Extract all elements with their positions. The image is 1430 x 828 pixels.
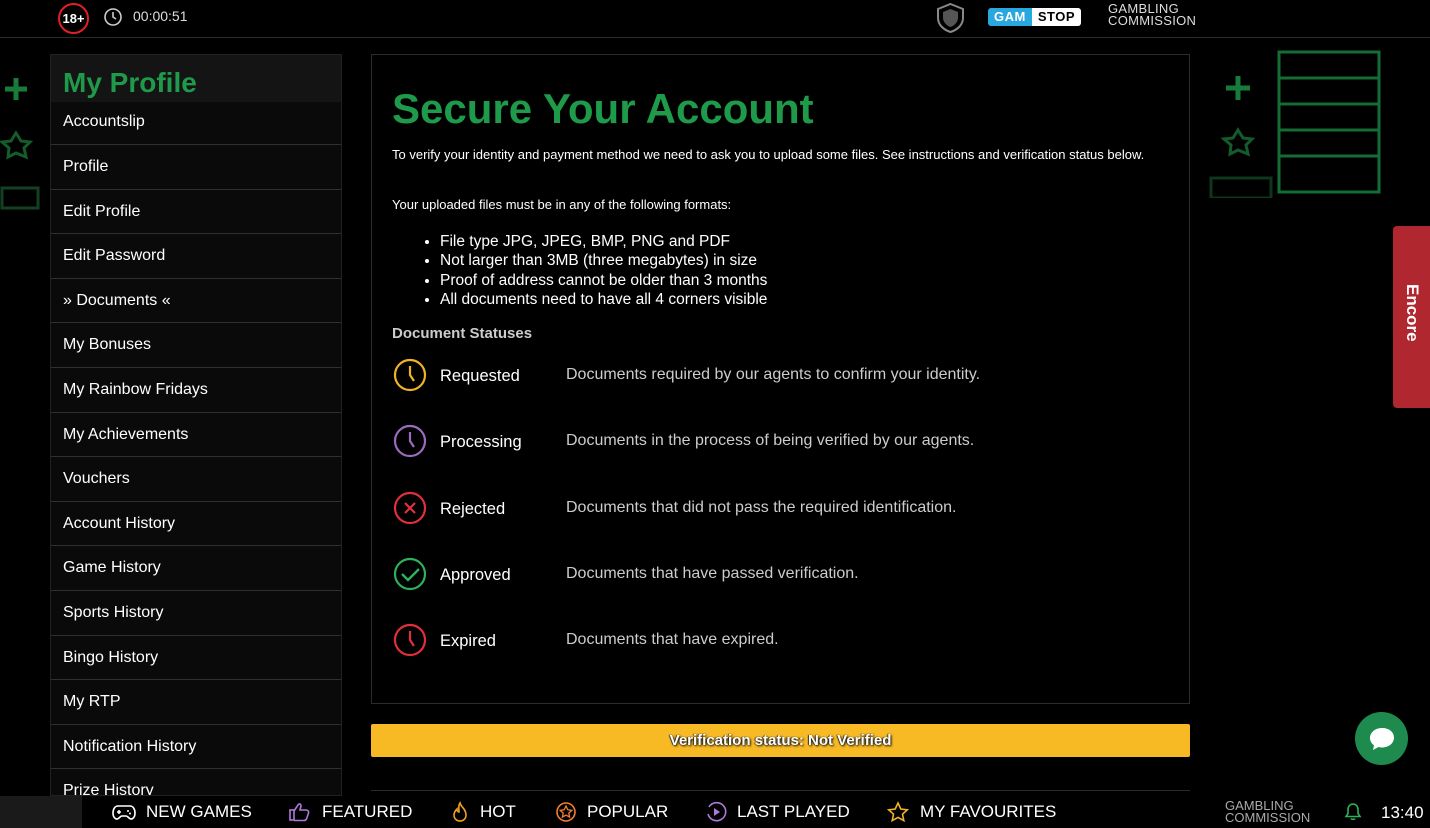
status-description: Documents in the process of being verifi… <box>566 432 975 449</box>
sidebar-item-edit-password[interactable]: Edit Password <box>51 234 341 279</box>
chat-button[interactable] <box>1355 712 1408 765</box>
format-requirements-list: File type JPG, JPEG, BMP, PNG and PDF No… <box>420 232 767 309</box>
list-item: Not larger than 3MB (three megabytes) in… <box>440 251 767 270</box>
status-name: Processing <box>440 433 522 451</box>
session-timer: 00:00:51 <box>133 8 188 24</box>
clock-icon <box>393 358 427 392</box>
formats-intro-text: Your uploaded files must be in any of th… <box>392 197 732 212</box>
age-label: 18+ <box>62 11 85 26</box>
background-decoration-left <box>0 78 40 210</box>
nav-new-games[interactable]: NEW GAMES <box>112 796 252 828</box>
list-item: All documents need to have all 4 corners… <box>440 290 767 309</box>
nav-label: POPULAR <box>587 802 669 821</box>
nav-last-played[interactable]: LAST PLAYED <box>705 796 850 828</box>
status-description: Documents that have passed verification. <box>566 565 859 582</box>
encore-label: Encore <box>1403 284 1422 342</box>
status-name: Expired <box>440 632 496 650</box>
sidebar-item-my-bonuses[interactable]: My Bonuses <box>51 323 341 368</box>
sidebar-item-sports-history[interactable]: Sports History <box>51 590 341 636</box>
sidebar-item-my-rtp[interactable]: My RTP <box>51 680 341 725</box>
gamstop-gam-text: GAM <box>988 8 1032 26</box>
sidebar-item-prize-history[interactable]: Prize History <box>51 769 341 795</box>
verification-status-bar: Verification status: Not Verified <box>371 724 1190 757</box>
clock-icon <box>393 424 427 458</box>
nav-label: FEATURED <box>322 802 413 821</box>
clock-icon <box>104 8 122 26</box>
list-item: File type JPG, JPEG, BMP, PNG and PDF <box>440 232 767 251</box>
gc-line2: COMMISSION <box>1108 13 1197 28</box>
nav-label: MY FAVOURITES <box>920 802 1057 821</box>
status-row-rejected: Rejected Documents that did not pass the… <box>392 490 1172 526</box>
nav-featured[interactable]: FEATURED <box>288 796 412 828</box>
bell-icon[interactable] <box>1343 802 1363 822</box>
sidebar-item-account-history[interactable]: Account History <box>51 501 341 547</box>
status-name: Requested <box>440 367 520 385</box>
nav-popular[interactable]: POPULAR <box>555 796 668 828</box>
page-title: Secure Your Account <box>392 85 814 132</box>
sidebar-item-notification-history[interactable]: Notification History <box>51 724 341 770</box>
status-description: Documents that did not pass the required… <box>566 499 957 516</box>
gamstop-stop-text: STOP <box>1031 8 1082 26</box>
status-name: Rejected <box>440 500 506 518</box>
sidebar-item-rainbow-fridays[interactable]: My Rainbow Fridays <box>51 367 341 413</box>
document-statuses-heading: Document Statuses <box>392 325 533 342</box>
profile-sidebar: My Profile Accountslip Profile Edit Prof… <box>50 54 342 796</box>
status-row-expired: Expired Documents that have expired. <box>392 622 1172 658</box>
nav-label: HOT <box>480 802 516 821</box>
chat-bubble-icon <box>1369 727 1394 750</box>
sidebar-item-game-history[interactable]: Game History <box>51 546 341 591</box>
bottom-nav-bar: NEW GAMES FEATURED HOT POPULAR LAST PLAY… <box>0 796 1430 828</box>
play-history-icon <box>707 801 727 822</box>
age-restriction-badge: 18+ <box>58 3 89 34</box>
encore-tab[interactable]: Encore <box>1393 226 1430 408</box>
shield-icon[interactable] <box>934 2 967 34</box>
sidebar-item-edit-profile[interactable]: Edit Profile <box>51 189 341 235</box>
status-row-processing: Processing Documents in the process of b… <box>392 423 1172 459</box>
flame-icon <box>453 801 467 822</box>
clock-icon <box>393 623 427 657</box>
status-row-requested: Requested Documents required by our agen… <box>392 357 1172 393</box>
list-item: Proof of address cannot be older than 3 … <box>440 271 767 290</box>
sidebar-item-accountslip[interactable]: Accountslip <box>51 102 341 145</box>
intro-text: To verify your identity and payment meth… <box>392 147 1145 162</box>
sidebar-item-vouchers[interactable]: Vouchers <box>51 457 341 502</box>
status-description: Documents required by our agents to conf… <box>566 366 981 383</box>
gambling-commission-logo[interactable]: GAMBLING COMMISSION <box>1108 2 1197 28</box>
x-icon <box>393 491 427 525</box>
status-description: Documents that have expired. <box>566 631 779 648</box>
gamepad-icon <box>112 805 136 820</box>
nav-hot[interactable]: HOT <box>450 796 516 828</box>
top-bar: 18+ 00:00:51 GAM STOP GAMBLING COMMISSIO… <box>0 0 1430 38</box>
star-badge-icon <box>556 802 576 822</box>
gamstop-logo[interactable]: GAM STOP <box>988 8 1082 26</box>
nav-label: LAST PLAYED <box>737 802 850 821</box>
clock-time: 13:40 <box>1381 803 1424 822</box>
divider <box>371 790 1190 791</box>
sidebar-item-profile[interactable]: Profile <box>51 145 341 190</box>
thumbs-up-icon <box>289 803 310 822</box>
background-decoration-right <box>1209 50 1381 198</box>
check-icon <box>393 557 427 591</box>
gc-line2: COMMISSION <box>1225 810 1311 825</box>
bottom-left-block <box>0 796 82 828</box>
status-name: Approved <box>440 566 511 584</box>
nav-my-favourites[interactable]: MY FAVOURITES <box>886 796 1056 828</box>
nav-label: NEW GAMES <box>146 802 252 821</box>
sidebar-item-bingo-history[interactable]: Bingo History <box>51 635 341 681</box>
status-row-approved: Approved Documents that have passed veri… <box>392 556 1172 592</box>
secure-account-panel: Secure Your Account To verify your ident… <box>371 54 1190 704</box>
sidebar-item-achievements[interactable]: My Achievements <box>51 412 341 458</box>
sidebar-title: My Profile <box>63 67 197 98</box>
star-icon <box>886 801 910 823</box>
sidebar-item-documents[interactable]: » Documents « <box>51 278 341 324</box>
gambling-commission-logo-bottom[interactable]: GAMBLING COMMISSION <box>1225 799 1311 825</box>
